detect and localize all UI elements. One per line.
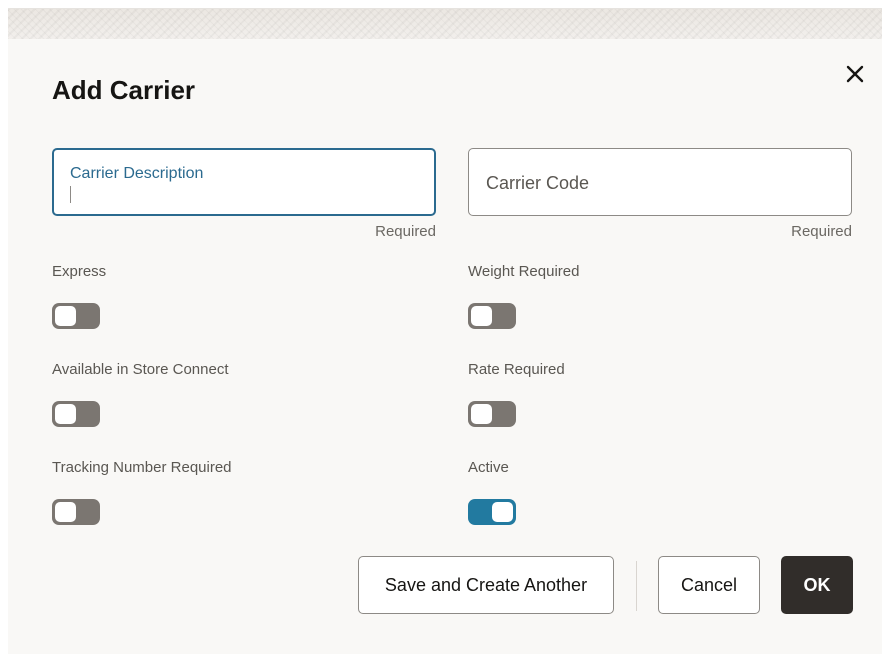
toggle-knob [55, 306, 76, 326]
carrier-description-required-hint: Required [375, 223, 436, 240]
carrier-code-field[interactable]: Carrier Code [468, 148, 852, 216]
toggle-knob [55, 404, 76, 424]
cancel-button[interactable]: Cancel [658, 556, 760, 614]
rate-required-toggle[interactable] [468, 401, 516, 427]
available-in-store-connect-toggle[interactable] [52, 401, 100, 427]
toggle-knob [471, 404, 492, 424]
text-caret [70, 186, 71, 203]
express-label: Express [52, 263, 107, 280]
carrier-description-field[interactable]: Carrier Description [52, 148, 436, 216]
close-icon [846, 65, 864, 83]
close-button[interactable] [838, 57, 872, 91]
toggle-knob [471, 306, 492, 326]
carrier-code-required-hint: Required [791, 223, 852, 240]
active-toggle[interactable] [468, 499, 516, 525]
weight-required-label: Weight Required [468, 263, 580, 280]
tracking-number-required-label: Tracking Number Required [52, 459, 232, 476]
express-toggle[interactable] [52, 303, 100, 329]
weight-required-toggle[interactable] [468, 303, 516, 329]
ok-button[interactable]: OK [781, 556, 853, 614]
dialog-header-pattern [8, 9, 882, 39]
toggle-knob [55, 502, 76, 522]
available-in-store-connect-label: Available in Store Connect [52, 361, 229, 378]
carrier-description-label: Carrier Description [70, 165, 204, 182]
toggle-knob [492, 502, 513, 522]
button-divider [636, 561, 637, 611]
tracking-number-required-toggle[interactable] [52, 499, 100, 525]
add-carrier-dialog: Add Carrier Carrier Description Required… [8, 8, 882, 654]
carrier-code-placeholder: Carrier Code [486, 173, 590, 193]
save-and-create-another-button[interactable]: Save and Create Another [358, 556, 614, 614]
rate-required-label: Rate Required [468, 361, 565, 378]
active-label: Active [468, 459, 509, 476]
dialog-title: Add Carrier [52, 75, 196, 105]
